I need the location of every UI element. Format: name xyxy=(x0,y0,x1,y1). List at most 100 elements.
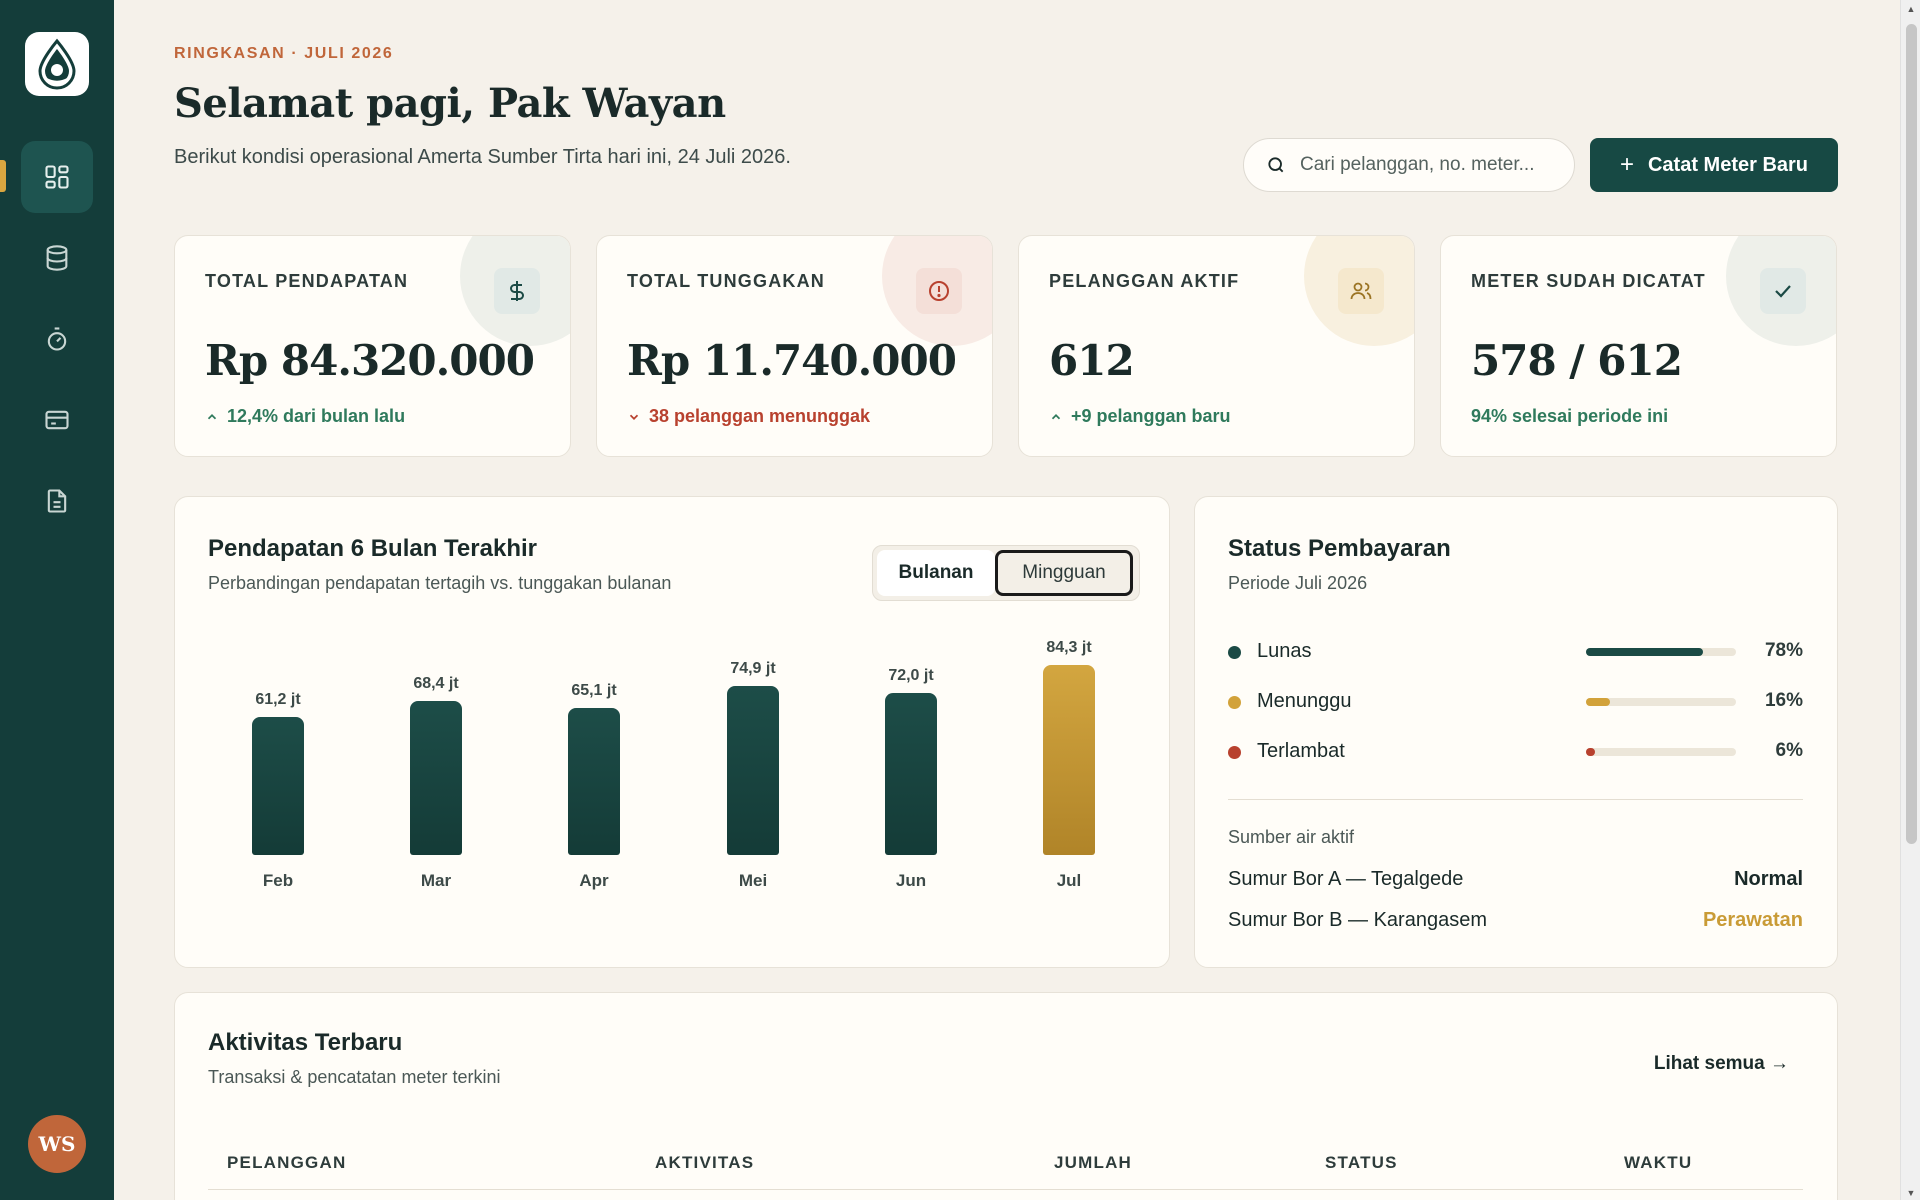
chart-value-label: 72,0 jt xyxy=(888,667,934,684)
nav-meter[interactable] xyxy=(21,303,93,375)
water-drop-logo-icon xyxy=(38,38,76,90)
status-row-menunggu: Menunggu 16% xyxy=(1228,687,1803,717)
payment-status-panel: Status Pembayaran Periode Juli 2026 Luna… xyxy=(1194,496,1838,968)
nav-billing[interactable] xyxy=(21,384,93,456)
panel-subtitle: Periode Juli 2026 xyxy=(1228,573,1368,593)
chart-category-label: Feb xyxy=(262,871,294,890)
water-source-row: Sumur Bor A — Tegalgede Normal xyxy=(1228,868,1803,891)
plus-icon: + xyxy=(1619,151,1634,178)
status-name: Lunas xyxy=(1257,640,1312,662)
scroll-down-arrow-icon[interactable]: ▼ xyxy=(1905,1188,1917,1198)
stat-note: +9 pelanggan baru xyxy=(1049,406,1231,427)
stat-label: METER SUDAH DICATAT xyxy=(1471,271,1706,291)
stat-card-meters: METER SUDAH DICATAT 578 / 612 94% selesa… xyxy=(1440,235,1837,457)
status-progress-fill xyxy=(1586,748,1595,756)
chart-bar-feb[interactable] xyxy=(252,717,304,855)
stat-value: Rp 11.740.000 xyxy=(627,336,957,385)
meter-icon xyxy=(47,327,67,351)
stat-value: 578 / 612 xyxy=(1471,336,1683,385)
stat-note-text: +9 pelanggan baru xyxy=(1071,406,1231,426)
see-all-link[interactable]: Lihat semua → xyxy=(1654,1053,1789,1075)
water-source-row: Sumur Bor B — Karangasem Perawatan xyxy=(1228,909,1803,932)
status-row-terlambat: Terlambat 6% xyxy=(1228,737,1803,767)
source-name: Sumur Bor A — Tegalgede xyxy=(1228,868,1464,890)
status-name: Menunggu xyxy=(1257,690,1352,712)
column-header-status[interactable]: STATUS xyxy=(1325,1153,1398,1173)
stat-label: PELANGGAN AKTIF xyxy=(1049,271,1240,291)
dashboard-icon xyxy=(45,165,69,189)
revenue-bar-chart: 61,2 jt Feb 68,4 jt Mar 65,1 jt Apr 74,9 jt Mei… xyxy=(175,497,1171,969)
stat-card-customers: PELANGGAN AKTIF 612 +9 pelanggan baru xyxy=(1018,235,1415,457)
source-name: Sumur Bor B — Karangasem xyxy=(1228,909,1487,931)
chart-category-label: Mar xyxy=(420,871,452,890)
column-header-activity[interactable]: AKTIVITAS xyxy=(655,1153,754,1173)
status-progress-fill xyxy=(1586,698,1610,706)
status-progress-track xyxy=(1586,748,1736,756)
chart-category-label: Mei xyxy=(738,871,768,890)
page-scrollbar[interactable]: ▲ ▼ xyxy=(1900,0,1920,1200)
stat-note-text: 38 pelanggan menunggak xyxy=(649,406,871,426)
new-meter-reading-button[interactable]: + Catat Meter Baru xyxy=(1590,138,1838,192)
card-icon xyxy=(45,410,69,430)
column-header-customer[interactable]: PELANGGAN xyxy=(227,1153,346,1173)
scroll-thumb[interactable] xyxy=(1906,24,1917,844)
app-logo[interactable] xyxy=(25,32,89,96)
column-header-time[interactable]: WAKTU xyxy=(1624,1153,1692,1173)
page-subtitle: Berikut kondisi operasional Amerta Sumbe… xyxy=(174,146,791,168)
search-input[interactable] xyxy=(1300,154,1570,176)
column-header-amount[interactable]: JUMLAH xyxy=(1054,1153,1132,1173)
scroll-up-arrow-icon[interactable]: ▲ xyxy=(1905,4,1917,14)
page-title: Selamat pagi, Pak Wayan xyxy=(174,80,726,127)
chart-bar-jun[interactable] xyxy=(885,693,937,855)
stat-note-text: 12,4% dari bulan lalu xyxy=(227,406,406,426)
nav-dashboard[interactable] xyxy=(21,141,93,213)
stat-label: TOTAL PENDAPATAN xyxy=(205,271,409,291)
check-icon xyxy=(1760,268,1806,314)
chevron-up-icon xyxy=(207,413,217,419)
source-status: Normal xyxy=(1734,868,1803,890)
database-icon xyxy=(46,245,68,271)
nav-reports[interactable] xyxy=(21,465,93,537)
sidebar: WS xyxy=(0,0,114,1200)
status-dot xyxy=(1228,746,1241,759)
chart-category-label: Apr xyxy=(579,871,609,890)
alert-icon xyxy=(916,268,962,314)
status-dot xyxy=(1228,696,1241,709)
user-avatar[interactable]: WS xyxy=(28,1115,86,1173)
chart-value-label: 68,4 jt xyxy=(413,675,459,692)
users-icon xyxy=(1338,268,1384,314)
nav-database[interactable] xyxy=(21,222,93,294)
stat-note: 12,4% dari bulan lalu xyxy=(205,406,405,427)
panel-title: Aktivitas Terbaru xyxy=(208,1029,403,1056)
stat-note: 94% selesai periode ini xyxy=(1471,406,1668,427)
status-progress-track xyxy=(1586,648,1736,656)
status-percent: 6% xyxy=(1775,740,1803,761)
chart-bar-jul[interactable] xyxy=(1043,665,1095,855)
stat-card-arrears: TOTAL TUNGGAKAN Rp 11.740.000 38 pelangg… xyxy=(596,235,993,457)
status-percent: 78% xyxy=(1764,640,1803,661)
chart-bar-mar[interactable] xyxy=(410,701,462,855)
divider xyxy=(1228,799,1803,800)
chevron-up-icon xyxy=(1051,413,1061,419)
table-header-divider xyxy=(208,1189,1803,1190)
stat-label: TOTAL TUNGGAKAN xyxy=(627,271,825,291)
nav-active-indicator xyxy=(0,160,6,192)
revenue-panel: Pendapatan 6 Bulan Terakhir Perbandingan… xyxy=(174,496,1170,968)
chart-bar-apr[interactable] xyxy=(568,708,620,855)
stat-card-revenue: TOTAL PENDAPATAN Rp 84.320.000 12,4% dar… xyxy=(174,235,571,457)
source-status: Perawatan xyxy=(1702,909,1803,931)
stat-note: 38 pelanggan menunggak xyxy=(627,406,870,427)
chart-value-label: 65,1 jt xyxy=(571,682,617,699)
page-eyebrow: RINGKASAN · JULI 2026 xyxy=(174,45,394,62)
panel-title: Status Pembayaran xyxy=(1228,535,1451,562)
status-name: Terlambat xyxy=(1257,740,1345,762)
chart-bar-mei[interactable] xyxy=(727,686,779,855)
sources-label: Sumber air aktif xyxy=(1228,827,1355,847)
chart-category-label: Jul xyxy=(1056,871,1082,890)
chevron-down-icon xyxy=(629,414,639,420)
stat-value: 612 xyxy=(1049,336,1135,385)
search-box[interactable] xyxy=(1243,138,1575,192)
status-progress-track xyxy=(1586,698,1736,706)
status-progress-fill xyxy=(1586,648,1703,656)
status-dot xyxy=(1228,646,1241,659)
